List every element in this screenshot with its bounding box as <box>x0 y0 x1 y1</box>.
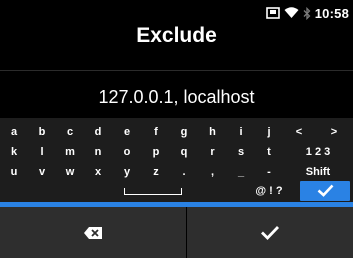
key-2-1[interactable]: v <box>28 162 56 182</box>
key-1-9[interactable]: t <box>255 142 283 162</box>
key-2-8[interactable]: _ <box>227 162 255 182</box>
space-key[interactable] <box>116 181 190 201</box>
key-1-6[interactable]: q <box>170 142 198 162</box>
key-0-3[interactable]: d <box>84 122 112 142</box>
key-0-8[interactable]: i <box>227 122 255 142</box>
storage-card-icon <box>265 7 280 19</box>
clock: 10:58 <box>314 5 349 21</box>
key-0-7[interactable]: h <box>198 122 227 142</box>
bluetooth-icon <box>303 6 311 20</box>
key-1-4[interactable]: o <box>112 142 142 162</box>
keyboard-row-2: klmnopqrst1 2 3 <box>0 142 353 162</box>
key-0-4[interactable]: e <box>112 122 142 142</box>
key-2-3[interactable]: x <box>84 162 112 182</box>
keyboard-row-3: u v w x y z., _ - Shift <box>0 162 353 182</box>
key-0-9[interactable]: j <box>255 122 283 142</box>
checkmark-icon <box>317 184 333 197</box>
key-2-7[interactable]: , <box>198 162 227 182</box>
key-1-1[interactable]: l <box>28 142 56 162</box>
key-1-0[interactable]: k <box>0 142 28 162</box>
key-0-6[interactable]: g <box>170 122 198 142</box>
confirm-button[interactable] <box>187 207 353 258</box>
key-2-2[interactable]: w <box>56 162 84 182</box>
text-input-value: 127.0.0.1, localhost <box>98 87 255 107</box>
key-1-2[interactable]: m <box>56 142 84 162</box>
checkmark-icon <box>261 226 280 240</box>
key-2-6[interactable]: . <box>170 162 198 182</box>
bottom-bar <box>0 207 353 258</box>
key-2-0[interactable]: u <box>0 162 28 182</box>
backspace-button[interactable] <box>0 207 187 258</box>
key-1-7[interactable]: r <box>198 142 227 162</box>
key-2-9[interactable]: - <box>255 162 283 182</box>
key-2-10[interactable]: Shift <box>283 162 353 182</box>
key-1-10[interactable]: 1 2 3 <box>283 142 353 162</box>
key-2-4[interactable]: y <box>112 162 142 182</box>
key-0-5[interactable]: f <box>142 122 170 142</box>
keyboard-row-1: a b c d e f g h i j < > <box>0 122 353 142</box>
key-0-10[interactable]: < <box>283 122 315 142</box>
page-title: Exclude <box>136 24 217 47</box>
key-1-5[interactable]: p <box>142 142 170 162</box>
symbols-key[interactable]: @ ! ? <box>240 181 298 201</box>
key-0-2[interactable]: c <box>56 122 84 142</box>
keyboard-ok-key[interactable] <box>300 181 350 201</box>
key-0-1[interactable]: b <box>28 122 56 142</box>
status-bar: 10:58 <box>265 4 349 22</box>
key-0-11[interactable]: > <box>315 122 353 142</box>
space-icon <box>124 188 182 195</box>
key-2-5[interactable]: z <box>142 162 170 182</box>
key-1-8[interactable]: s <box>227 142 255 162</box>
wifi-icon <box>284 7 299 19</box>
on-screen-keyboard: a b c d e f g h i j < > klmnopqrst1 2 3 u v w x y z., _ - S… <box>0 118 353 202</box>
screen: 10:58 Exclude 127.0.0.1, localhost abcde… <box>0 0 353 258</box>
key-1-3[interactable]: n <box>84 142 112 162</box>
key-0-0[interactable]: a <box>0 122 28 142</box>
text-input-field[interactable]: 127.0.0.1, localhost <box>0 70 353 117</box>
keyboard-row-4: @ ! ? <box>0 181 353 201</box>
backspace-icon <box>84 226 102 239</box>
